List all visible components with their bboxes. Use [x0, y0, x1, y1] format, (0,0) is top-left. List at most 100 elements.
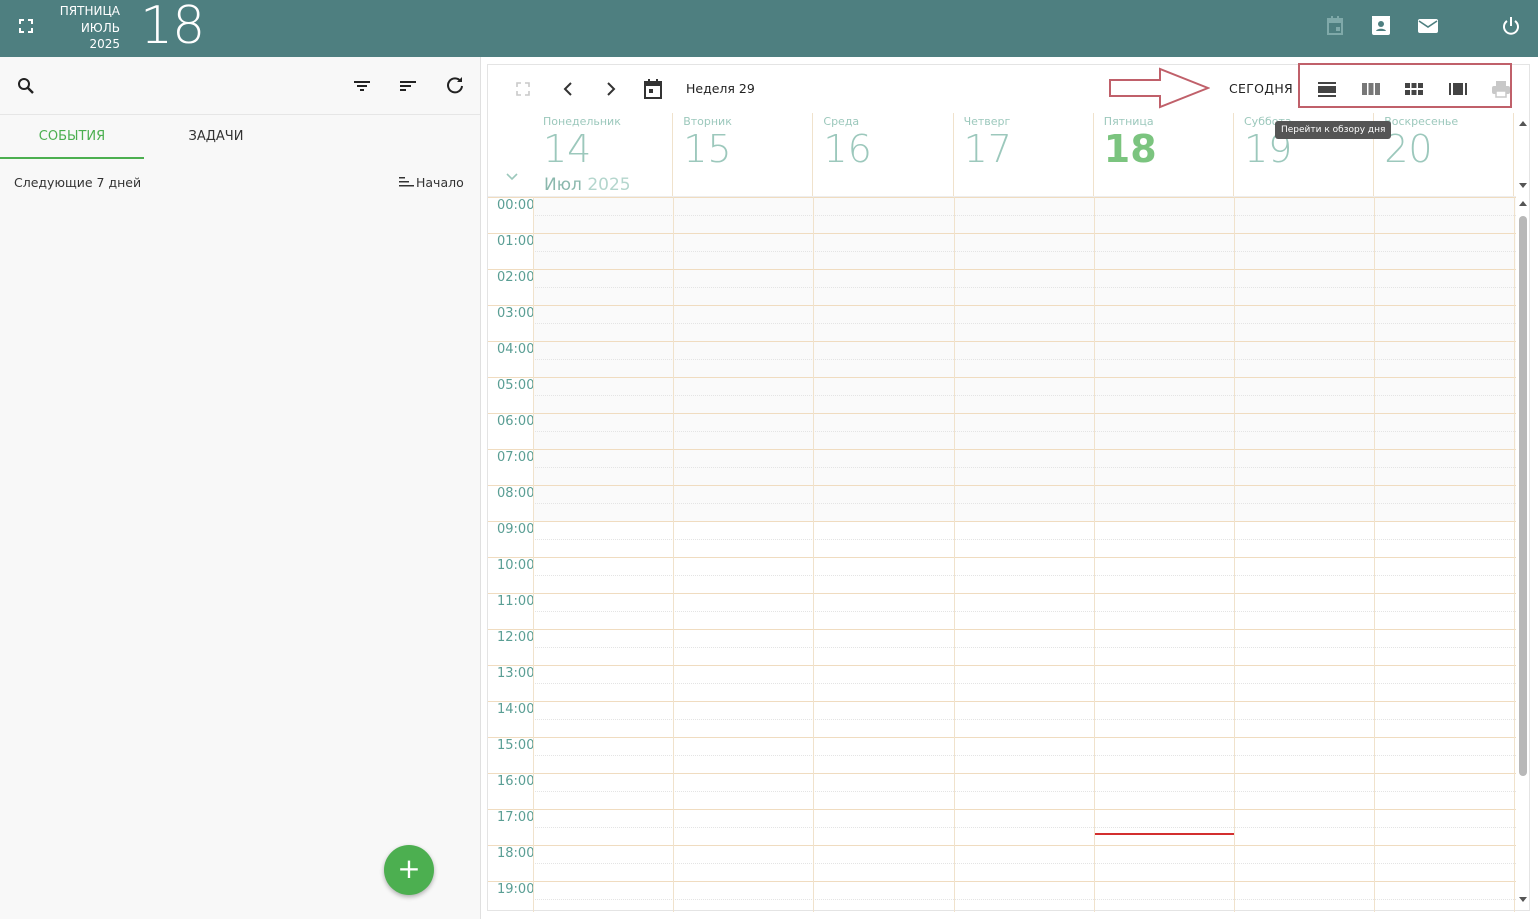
sort-start[interactable]: Начало [398, 175, 464, 192]
week-view-icon[interactable] [1361, 79, 1381, 103]
month-view-icon[interactable] [1404, 79, 1424, 103]
day-view-icon[interactable] [1317, 79, 1337, 103]
day-number: 18 [1103, 127, 1157, 171]
day-column-line [533, 197, 534, 912]
hour-line [488, 485, 1516, 486]
sort-label: Начало [416, 175, 464, 190]
list-view-icon[interactable] [1448, 79, 1468, 103]
callout-arrow-icon [1108, 67, 1211, 113]
power-icon[interactable] [1499, 14, 1523, 38]
add-event-button[interactable]: + [384, 845, 434, 895]
day-column-line [953, 197, 955, 912]
day-column-line [1093, 197, 1095, 912]
current-time-line [1094, 833, 1234, 835]
day-column-line [813, 197, 815, 912]
day-header[interactable]: Четверг 17 [954, 113, 1094, 196]
next-week-icon[interactable] [601, 77, 621, 105]
hour-line [488, 413, 1516, 414]
fullscreen-icon[interactable] [16, 16, 36, 36]
hour-label: 09:00 [497, 522, 535, 537]
half-hour-line [533, 791, 1516, 792]
contacts-icon[interactable] [1369, 14, 1393, 38]
month-year-label: Июл 2025 [544, 175, 631, 195]
half-hour-line [533, 431, 1516, 432]
day-column-line [1514, 197, 1516, 912]
filter-icon[interactable] [350, 74, 374, 98]
hour-label: 01:00 [497, 234, 535, 249]
collapse-allday-icon[interactable] [504, 169, 520, 188]
half-hour-line [533, 215, 1516, 216]
half-hour-line [533, 395, 1516, 396]
search-icon[interactable] [14, 74, 38, 98]
hour-label: 11:00 [497, 594, 535, 609]
hour-label: 14:00 [497, 702, 535, 717]
half-hour-line [533, 539, 1516, 540]
hour-label: 02:00 [497, 270, 535, 285]
hour-label: 12:00 [497, 630, 535, 645]
refresh-icon[interactable] [443, 73, 467, 97]
mail-icon[interactable] [1416, 14, 1440, 38]
view-tooltip: Перейти к обзору дня [1275, 121, 1392, 139]
grid-scrollbar[interactable] [1518, 196, 1529, 912]
tab-tasks[interactable]: ЗАДАЧИ [144, 115, 288, 159]
hour-line [488, 593, 1516, 594]
time-grid[interactable]: 00:00 01:00 02:00 03:00 04:00 05:00 06:00 07:00… [488, 196, 1516, 912]
sort-order-icon [398, 175, 416, 192]
half-hour-line [533, 827, 1516, 828]
half-hour-line [533, 503, 1516, 504]
half-hour-line [533, 611, 1516, 612]
year-label: 2025 [587, 175, 631, 195]
sort-icon[interactable] [396, 74, 420, 98]
previous-week-icon[interactable] [558, 77, 578, 105]
hour-label: 19:00 [497, 882, 535, 897]
day-header[interactable]: Пятница 18 [1094, 113, 1234, 196]
sidebar-tabs: СОБЫТИЯ ЗАДАЧИ [0, 115, 480, 159]
tab-events[interactable]: СОБЫТИЯ [0, 115, 144, 159]
scroll-down-icon[interactable] [1519, 897, 1527, 902]
header-day-number: 18 [140, 0, 205, 56]
hour-line [488, 557, 1516, 558]
hour-line [488, 737, 1516, 738]
half-hour-line [533, 863, 1516, 864]
header-scroll-down-icon[interactable] [1519, 183, 1527, 188]
half-hour-line [533, 683, 1516, 684]
day-column-line [1234, 197, 1235, 912]
hour-line [488, 449, 1516, 450]
header-month: ИЮЛЬ [80, 20, 120, 35]
scroll-up-icon[interactable] [1519, 201, 1527, 206]
header-scroll-up-icon[interactable] [1519, 121, 1527, 126]
hour-line [488, 809, 1516, 810]
half-hour-line [533, 719, 1516, 720]
day-header[interactable]: Воскресенье 20 [1374, 113, 1515, 196]
week-label: Неделя 29 [686, 81, 755, 96]
half-hour-line [533, 647, 1516, 648]
half-hour-line [533, 287, 1516, 288]
expand-calendar-icon[interactable] [515, 81, 531, 101]
range-label[interactable]: Следующие 7 дней [14, 175, 141, 190]
half-hour-line [533, 467, 1516, 468]
header-year: 2025 [89, 37, 120, 51]
half-hour-line [533, 323, 1516, 324]
date-picker-icon[interactable] [642, 77, 664, 105]
calendar-icon[interactable] [1323, 14, 1347, 38]
day-number: 17 [963, 127, 1012, 171]
events-sidebar: СОБЫТИЯ ЗАДАЧИ Следующие 7 дней Начало + [0, 57, 481, 919]
header-date: ПЯТНИЦА ИЮЛЬ 2025 [40, 3, 120, 53]
hour-label: 06:00 [497, 414, 535, 429]
hour-label: 13:00 [497, 666, 535, 681]
day-header[interactable]: Среда 16 [813, 113, 954, 196]
scrollbar-thumb[interactable] [1519, 216, 1527, 776]
sidebar-toolbar [0, 57, 480, 115]
day-header[interactable]: Вторник 15 [673, 113, 814, 196]
week-calendar: Неделя 29 СЕГОДНЯ Перейти к обзору дня П… [487, 63, 1530, 912]
hour-line [488, 629, 1516, 630]
hour-line [488, 341, 1516, 342]
hour-label: 16:00 [497, 774, 535, 789]
day-number: 15 [683, 127, 732, 171]
today-button[interactable]: СЕГОДНЯ [1229, 81, 1293, 96]
hour-line [488, 773, 1516, 774]
hour-label: 08:00 [497, 486, 535, 501]
print-icon[interactable] [1490, 78, 1512, 104]
day-column-line [1374, 197, 1376, 912]
half-hour-line [533, 755, 1516, 756]
